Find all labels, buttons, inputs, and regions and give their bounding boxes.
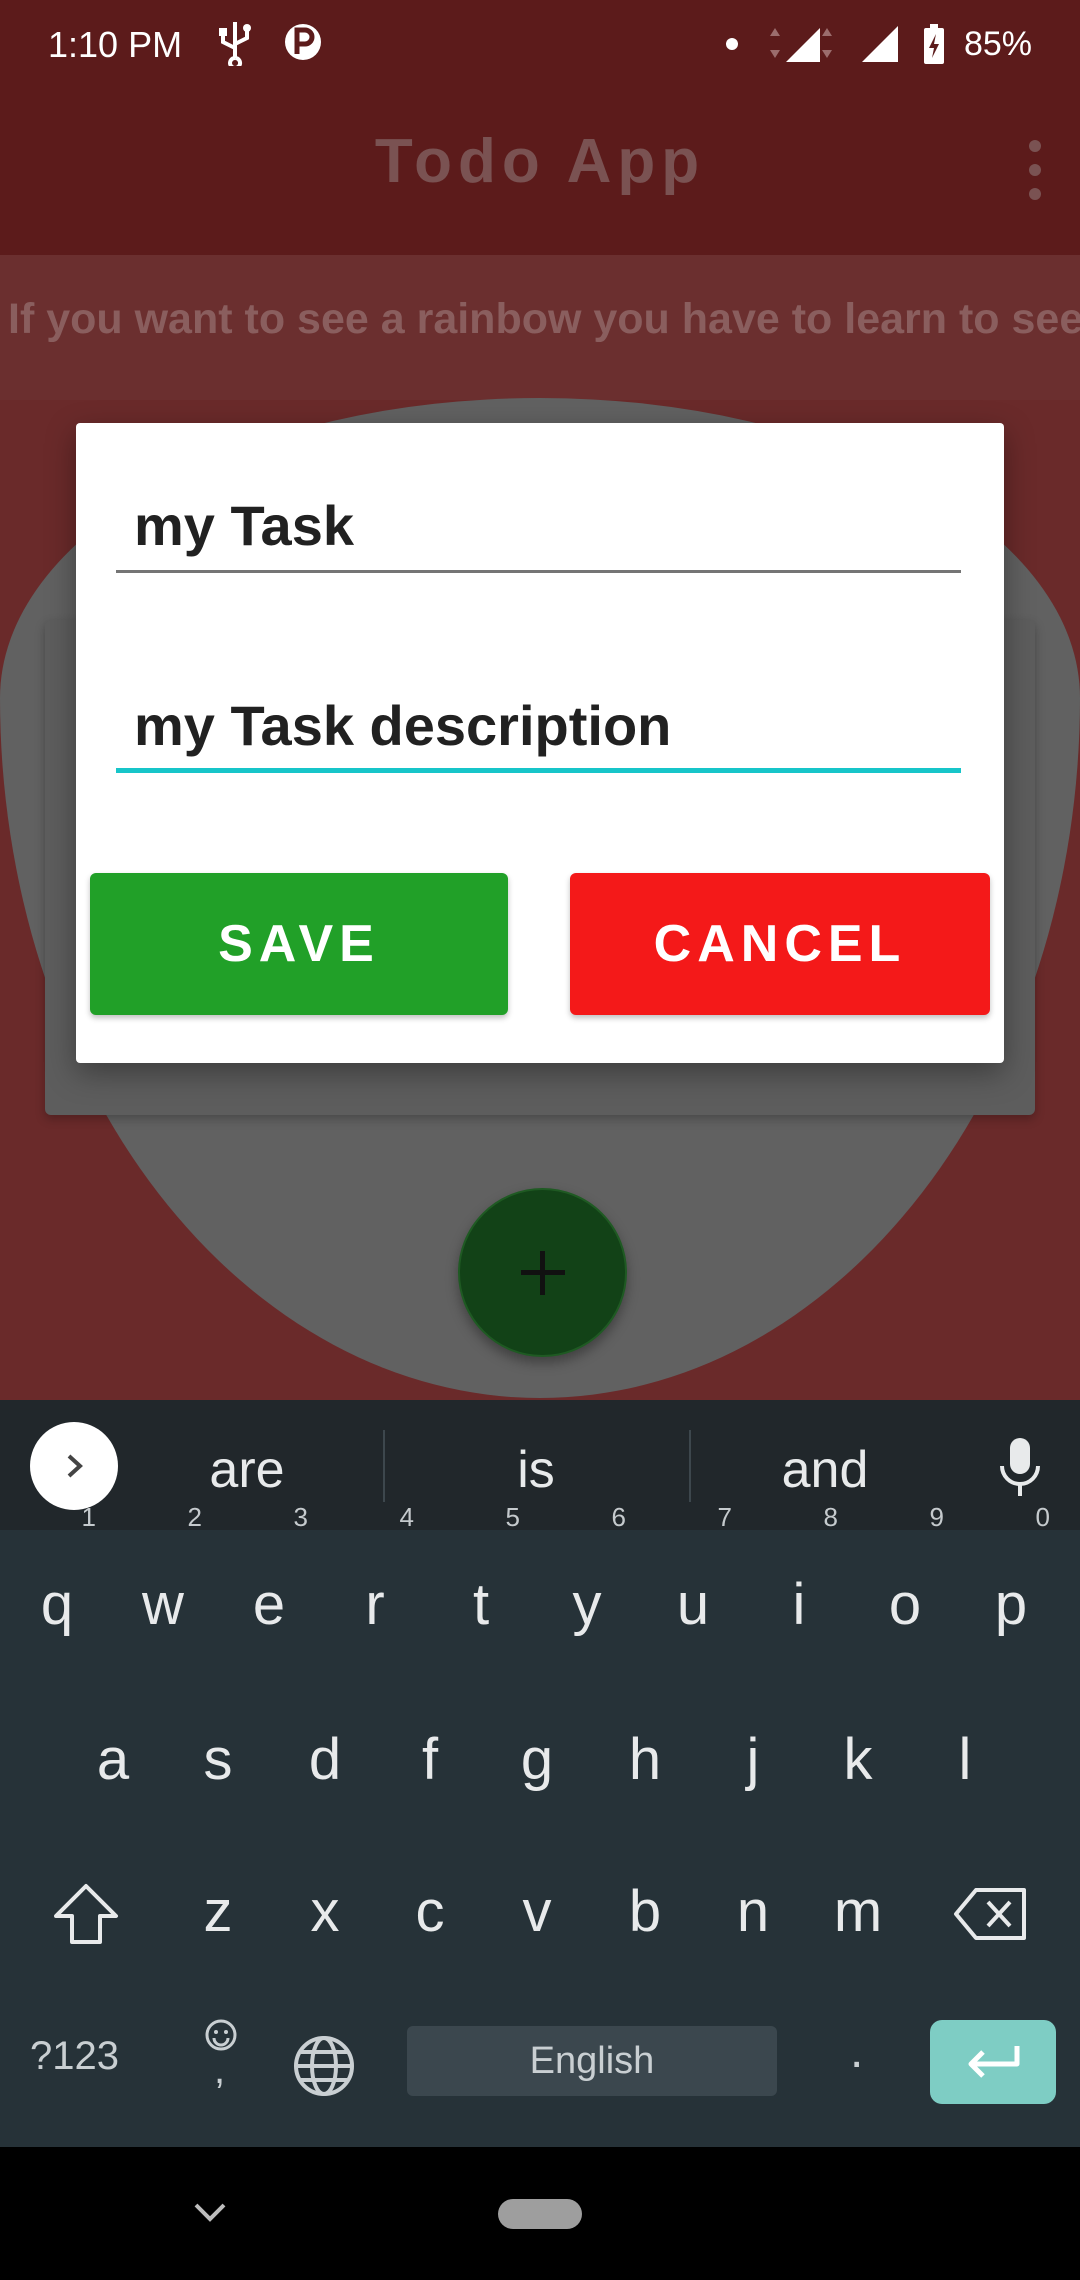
signal-icon	[861, 26, 898, 62]
battery-charging-icon	[923, 24, 944, 64]
key-n[interactable]: n	[700, 1847, 806, 1977]
app-bar: Todo App	[0, 90, 1080, 255]
key-hint-5: 5	[505, 1502, 520, 1532]
enter-key[interactable]	[930, 2020, 1056, 2104]
key-hint-1: 1	[81, 1502, 96, 1532]
add-task-button[interactable]	[458, 1188, 627, 1357]
add-task-dialog: my Task my Task description SAVE CANCEL	[76, 423, 1004, 1063]
dot-icon	[725, 38, 738, 50]
soft-keyboard: are is and q1w2e3r4t5y6u7i8o9p0 asdfghjk…	[0, 1400, 1080, 2147]
status-bar: 1:10 PM 85%	[0, 0, 1080, 90]
key-hint-3: 3	[293, 1502, 308, 1532]
key-w[interactable]: w2	[110, 1504, 216, 1670]
key-c[interactable]: c	[377, 1847, 483, 1977]
suggestion-divider	[383, 1430, 385, 1502]
save-button[interactable]: SAVE	[90, 873, 508, 1015]
key-hint-6: 6	[611, 1502, 626, 1532]
task-description-underline	[116, 768, 961, 773]
app-title: Todo App	[374, 127, 706, 196]
key-o[interactable]: o9	[852, 1504, 958, 1670]
key-h[interactable]: h	[592, 1695, 698, 1825]
key-hint-2: 2	[187, 1502, 202, 1532]
globe-icon[interactable]	[292, 2034, 356, 2098]
key-q[interactable]: q1	[4, 1504, 110, 1670]
key-b[interactable]: b	[592, 1847, 698, 1977]
key-v[interactable]: v	[484, 1847, 590, 1977]
key-hint-7: 7	[717, 1502, 732, 1532]
cancel-button[interactable]: CANCEL	[570, 873, 990, 1015]
key-hint-0: 0	[1035, 1502, 1050, 1532]
battery-percent: 85%	[963, 24, 1032, 63]
suggestion-strip: are is and	[0, 1400, 1080, 1530]
system-navigation-bar	[0, 2147, 1080, 2280]
key-r[interactable]: r4	[322, 1504, 428, 1670]
key-z[interactable]: z	[165, 1847, 271, 1977]
comma-label: ,	[214, 2048, 226, 2092]
key-d[interactable]: d	[272, 1695, 378, 1825]
home-pill[interactable]	[498, 2199, 582, 2229]
chevron-down-icon[interactable]	[190, 2197, 230, 2227]
suggestion-3[interactable]: and	[680, 1440, 970, 1500]
task-title-value: my Task	[134, 494, 354, 557]
task-title-field[interactable]: my Task	[116, 493, 961, 573]
key-i[interactable]: i8	[746, 1504, 852, 1670]
key-f[interactable]: f	[377, 1695, 483, 1825]
task-description-field[interactable]: my Task description	[116, 693, 961, 773]
symbols-key[interactable]: ?123	[30, 2034, 119, 2079]
emoji-comma-key[interactable]: ,	[196, 2018, 246, 2098]
key-g[interactable]: g	[484, 1695, 590, 1825]
key-e[interactable]: e3	[216, 1504, 322, 1670]
task-title-underline	[116, 570, 961, 573]
signal-icon	[769, 28, 832, 62]
period-key[interactable]: .	[850, 2024, 863, 2079]
key-hint-4: 4	[399, 1502, 414, 1532]
key-k[interactable]: k	[805, 1695, 911, 1825]
key-m[interactable]: m	[805, 1847, 911, 1977]
key-t[interactable]: t5	[428, 1504, 534, 1670]
key-y[interactable]: y6	[534, 1504, 640, 1670]
key-x[interactable]: x	[272, 1847, 378, 1977]
space-bar[interactable]: English	[407, 2026, 777, 2096]
shift-icon[interactable]	[50, 1880, 122, 1948]
parking-icon	[285, 24, 321, 60]
quote-text: If you want to see a rainbow you have to…	[8, 295, 1080, 343]
chevron-right-icon	[67, 1454, 83, 1478]
key-p[interactable]: p0	[958, 1504, 1064, 1670]
emoji-icon	[205, 2019, 237, 2051]
microphone-icon[interactable]	[990, 1432, 1050, 1502]
key-j[interactable]: j	[700, 1695, 806, 1825]
backspace-icon[interactable]	[952, 1884, 1030, 1944]
suggestion-1[interactable]: are	[102, 1440, 392, 1500]
key-hint-8: 8	[823, 1502, 838, 1532]
task-description-value: my Task description	[134, 694, 672, 757]
key-l[interactable]: l	[912, 1695, 1018, 1825]
suggestion-2[interactable]: is	[391, 1440, 681, 1500]
quote-banner: If you want to see a rainbow you have to…	[0, 255, 1080, 400]
enter-icon	[968, 2046, 1020, 2078]
key-a[interactable]: a	[60, 1695, 166, 1825]
status-time: 1:10 PM	[48, 24, 183, 65]
overflow-menu-icon[interactable]	[1020, 140, 1050, 200]
key-u[interactable]: u7	[640, 1504, 746, 1670]
key-hint-9: 9	[929, 1502, 944, 1532]
key-s[interactable]: s	[165, 1695, 271, 1825]
usb-icon	[219, 22, 251, 66]
